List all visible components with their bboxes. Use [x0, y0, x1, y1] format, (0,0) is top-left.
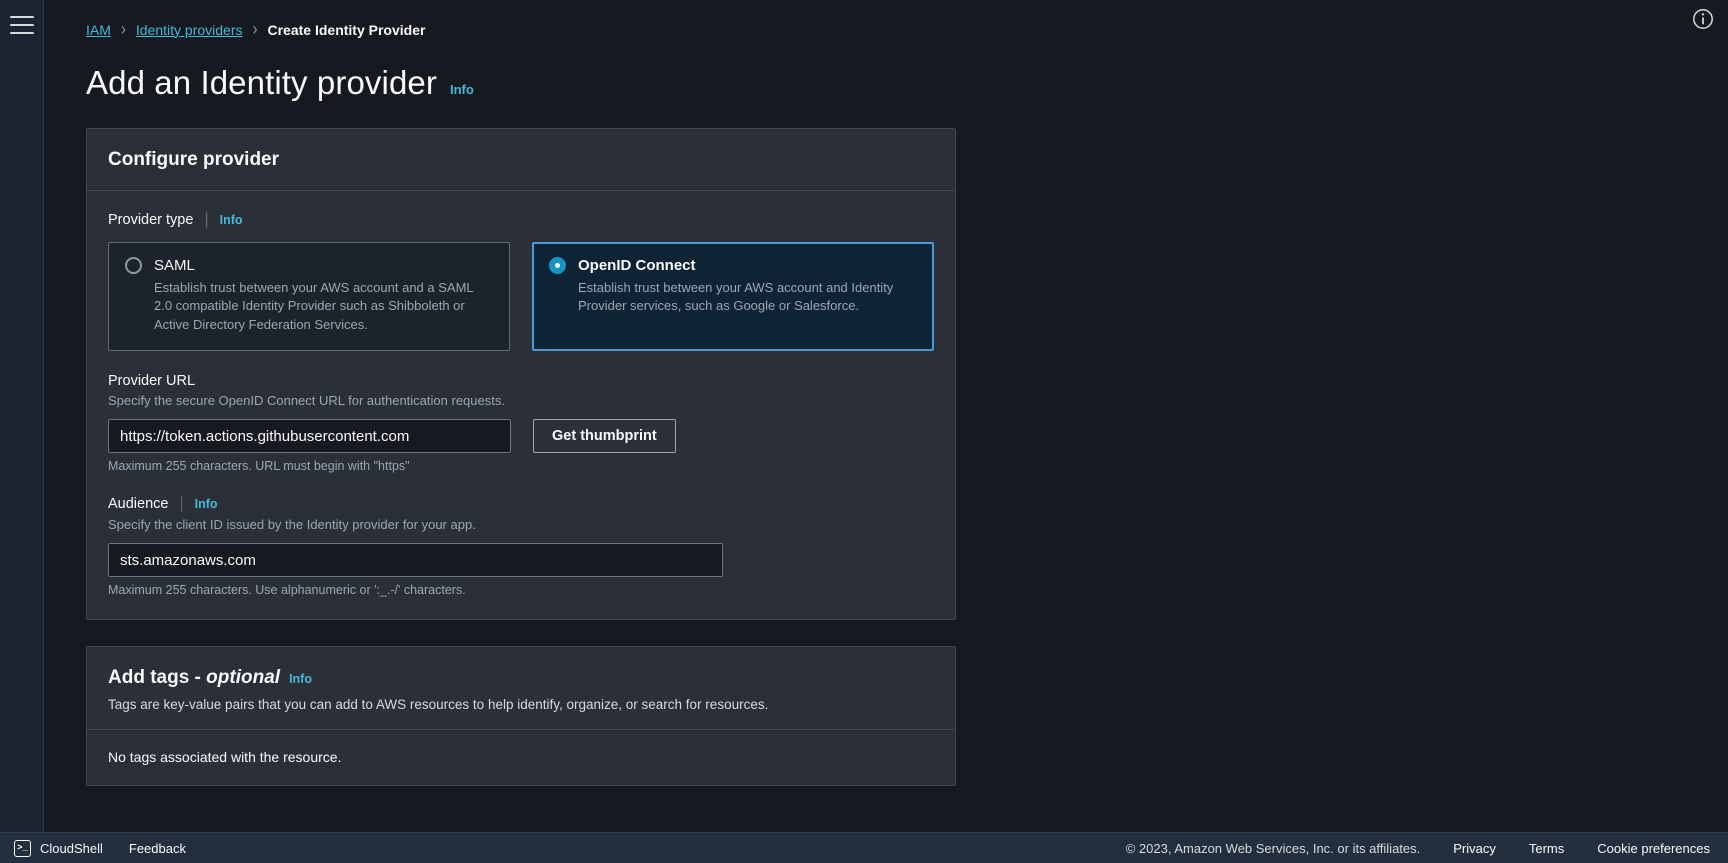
audience-hint: Maximum 255 characters. Use alphanumeric… [108, 583, 466, 598]
audience-group: Audience | Info Specify the client ID is… [108, 495, 934, 597]
provider-url-group: Provider URL Specify the secure OpenID C… [108, 373, 934, 473]
add-tags-card-body: No tags associated with the resource. [87, 730, 955, 786]
add-tags-card-header: Add tags - optional Info Tags are key-val… [87, 647, 955, 730]
provider-url-description: Specify the secure OpenID Connect URL fo… [108, 393, 505, 409]
terms-link[interactable]: Terms [1529, 841, 1564, 856]
privacy-link[interactable]: Privacy [1453, 841, 1496, 856]
oidc-option-description: Establish trust between your AWS account… [578, 280, 894, 314]
provider-url-hint: Maximum 255 characters. URL must begin w… [108, 459, 410, 474]
footer-left-group: >_ CloudShell Feedback [14, 839, 186, 857]
audience-input[interactable] [108, 543, 723, 578]
audience-input-row [108, 543, 934, 578]
page-title-row: Add an Identity provider Info [86, 64, 1728, 102]
breadcrumb-item-current: Create Identity Provider [267, 21, 426, 38]
hamburger-menu-icon[interactable] [9, 16, 34, 34]
provider-type-label: Provider type [108, 212, 194, 228]
main-content-area: IAM › Identity providers › Create Identi… [44, 0, 1728, 863]
provider-type-radio-group: SAML Establish trust between your AWS ac… [108, 242, 934, 352]
radio-openid-connect-icon[interactable] [549, 257, 566, 274]
radio-saml-icon[interactable] [125, 257, 142, 274]
label-divider: | [179, 495, 184, 513]
audience-description: Specify the client ID issued by the Iden… [108, 517, 476, 533]
get-thumbprint-button[interactable]: Get thumbprint [533, 419, 676, 454]
cookie-preferences-link[interactable]: Cookie preferences [1597, 841, 1710, 856]
configure-provider-card-header: Configure provider [87, 129, 955, 191]
saml-option-label: SAML [154, 257, 195, 274]
add-tags-description: Tags are key-value pairs that you can ad… [108, 697, 769, 713]
oidc-option-top: OpenID Connect [549, 257, 917, 274]
page-title: Add an Identity provider [86, 64, 437, 101]
add-tags-empty-message: No tags associated with the resource. [108, 749, 342, 766]
breadcrumb-item-iam[interactable]: IAM [86, 22, 111, 38]
saml-option-description: Establish trust between your AWS account… [154, 280, 474, 332]
configure-provider-title: Configure provider [108, 149, 280, 170]
cloudshell-terminal-icon: >_ [14, 839, 31, 857]
configure-provider-card: Configure provider Provider type | Info … [86, 128, 956, 621]
add-tags-card: Add tags - optional Info Tags are key-val… [86, 646, 956, 787]
add-tags-info-link[interactable]: Info [289, 672, 312, 686]
aws-console-page: IAM › Identity providers › Create Identi… [0, 0, 1728, 863]
provider-url-input[interactable] [108, 419, 511, 454]
audience-label: Audience [108, 496, 169, 513]
provider-type-label-row: Provider type | Info [108, 211, 934, 229]
page-title-info-link[interactable]: Info [450, 82, 474, 97]
provider-type-info-link[interactable]: Info [220, 213, 243, 227]
configure-provider-card-body: Provider type | Info SAML Establish trus… [87, 191, 955, 620]
audience-info-link[interactable]: Info [195, 497, 218, 511]
audience-label-row: Audience | Info [108, 495, 934, 513]
provider-url-label: Provider URL [108, 373, 196, 390]
saml-option-top: SAML [125, 257, 493, 274]
oidc-option-label: OpenID Connect [578, 257, 696, 274]
breadcrumb-separator-icon: › [252, 18, 258, 41]
provider-type-option-openid-connect[interactable]: OpenID Connect Establish trust between y… [532, 242, 934, 352]
copyright-text: © 2023, Amazon Web Services, Inc. or its… [1125, 840, 1421, 856]
add-tags-title-optional: optional [206, 667, 281, 689]
provider-type-option-saml[interactable]: SAML Establish trust between your AWS ac… [108, 242, 510, 352]
footer-right-group: © 2023, Amazon Web Services, Inc. or its… [1126, 841, 1710, 856]
info-circle-icon[interactable] [1692, 8, 1714, 30]
cloudshell-button[interactable]: >_ CloudShell [14, 839, 103, 857]
provider-url-input-row: Get thumbprint [108, 419, 934, 454]
breadcrumb: IAM › Identity providers › Create Identi… [86, 18, 1728, 41]
add-tags-title-main: Add tags - [108, 667, 207, 689]
cloudshell-label: CloudShell [40, 840, 103, 856]
label-divider: | [204, 211, 209, 228]
breadcrumb-separator-icon: › [120, 18, 126, 41]
feedback-link[interactable]: Feedback [129, 841, 186, 856]
left-navigation-rail [0, 0, 44, 863]
add-tags-title: Add tags - optional Info [108, 667, 934, 689]
console-footer: >_ CloudShell Feedback © 2023, Amazon We… [0, 832, 1728, 863]
breadcrumb-item-identity-providers[interactable]: Identity providers [136, 22, 243, 38]
